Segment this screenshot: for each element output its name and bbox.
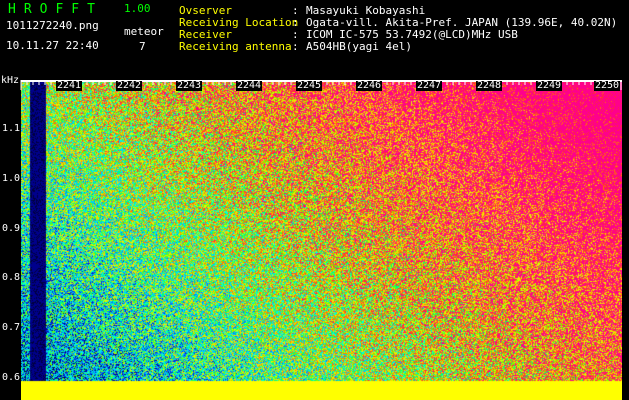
- info-key-receiver: Receiver: [179, 28, 232, 41]
- app-version: 1.00: [124, 2, 151, 15]
- info-colon: :: [292, 4, 299, 17]
- info-value-receiver: ICOM IC-575 53.7492(@LCD)MHz USB: [306, 28, 518, 41]
- info-key-antenna: Receiving antenna: [179, 40, 292, 53]
- y-axis-unit: kHz: [1, 75, 20, 86]
- app-title: HROFFT: [8, 2, 103, 17]
- info-colon: :: [292, 40, 299, 53]
- info-key-location: Receiving Location: [179, 16, 299, 29]
- info-colon: :: [292, 28, 299, 41]
- y-tick-label: 1.0: [2, 173, 21, 184]
- info-value-antenna: A504HB(yagi 4el): [306, 40, 412, 53]
- info-value-observer: Masayuki Kobayashi: [306, 4, 426, 17]
- x-tick-label: 2250: [594, 80, 621, 91]
- x-tick-label: 2249: [536, 80, 563, 91]
- x-tick-label: 2243: [176, 80, 203, 91]
- x-tick-label: 2241: [56, 80, 83, 91]
- x-tick-label: 2242: [116, 80, 143, 91]
- info-colon: :: [292, 16, 299, 29]
- y-tick-label: 0.9: [2, 223, 21, 234]
- y-tick-label: 0.7: [2, 322, 21, 333]
- y-tick-label: 1.1: [2, 123, 21, 134]
- info-key-observer: Ovserver: [179, 4, 232, 17]
- x-tick-label: 2246: [356, 80, 383, 91]
- x-tick-label: 2247: [416, 80, 443, 91]
- info-value-location: Ogata-vill. Akita-Pref. JAPAN (139.96E, …: [306, 16, 618, 29]
- x-tick-label: 2248: [476, 80, 503, 91]
- y-tick-label: 0.6: [2, 372, 21, 383]
- file-name: 1011272240.png: [6, 19, 99, 32]
- x-tick-label: 2244: [236, 80, 263, 91]
- y-tick-label: 0.8: [2, 272, 21, 283]
- capture-datetime: 10.11.27 22:40: [6, 39, 99, 52]
- spectrogram-image: [21, 80, 622, 400]
- meteor-count-label: meteor: [124, 25, 164, 38]
- x-tick-label: 2245: [296, 80, 323, 91]
- meteor-count-value: 7: [139, 40, 146, 53]
